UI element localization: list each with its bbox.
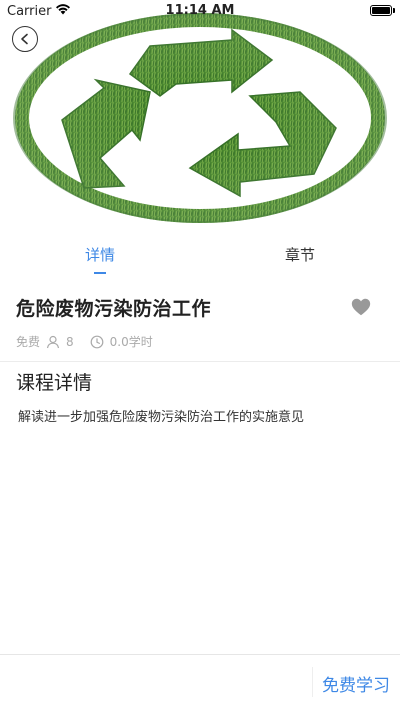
battery-icon	[370, 5, 395, 16]
divider	[0, 361, 400, 362]
tab-chapters[interactable]: 章节	[200, 244, 400, 265]
status-bar: Carrier 11:14 AM	[0, 0, 400, 22]
tab-active-indicator	[94, 272, 106, 274]
tab-bar: 详情 章节	[0, 236, 400, 280]
course-meta: 免费 8 0.0学时	[16, 333, 153, 350]
tab-detail[interactable]: 详情	[0, 244, 200, 265]
course-cover-image	[0, 0, 400, 226]
status-time: 11:14 AM	[165, 3, 235, 18]
person-icon	[46, 335, 60, 349]
course-title: 危险废物污染防治工作	[16, 298, 212, 320]
detail-body: 解读进一步加强危险废物污染防治工作的实施意见	[18, 410, 305, 425]
heart-icon[interactable]	[350, 296, 372, 318]
course-hours: 0.0学时	[109, 335, 153, 349]
recycling-symbol-icon	[10, 8, 390, 226]
bottom-separator	[312, 667, 313, 697]
detail-heading: 课程详情	[16, 372, 93, 394]
bottom-action-bar: 免费学习	[0, 654, 400, 711]
free-study-button[interactable]: 免费学习	[318, 671, 394, 696]
back-button[interactable]	[12, 26, 38, 52]
clock-icon	[90, 335, 104, 349]
price-label: 免费	[16, 335, 41, 349]
learner-count: 8	[66, 334, 74, 349]
chevron-left-icon	[19, 30, 31, 49]
